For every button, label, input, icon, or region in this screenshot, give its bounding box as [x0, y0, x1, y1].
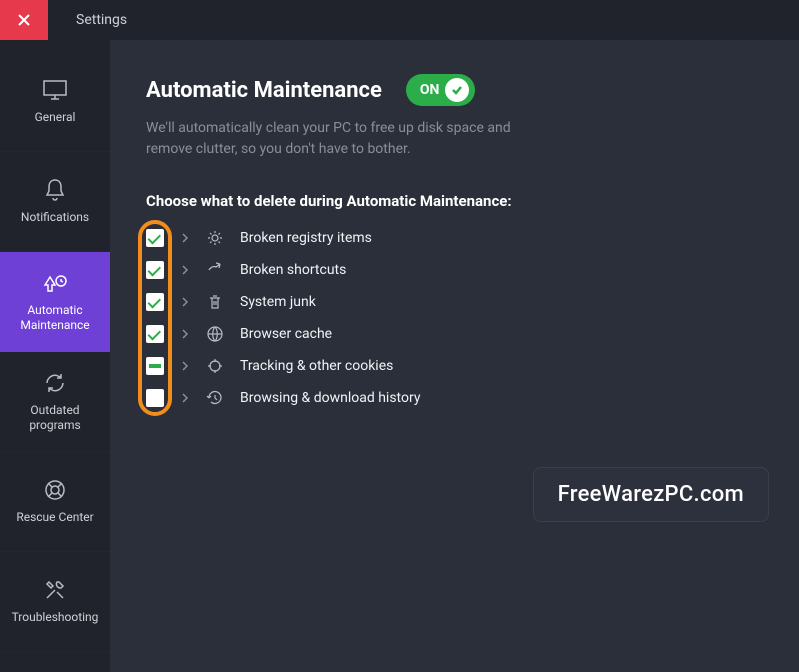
- sidebar-item-rescue-center[interactable]: Rescue Center: [0, 452, 110, 552]
- watermark-label: FreeWarezPC.com: [533, 467, 769, 522]
- option-broken-shortcuts: Broken shortcuts: [146, 260, 763, 280]
- highlight-ring: [138, 220, 172, 416]
- sidebar-item-label: Notifications: [21, 210, 89, 224]
- titlebar: Settings: [0, 0, 799, 40]
- sidebar-item-troubleshooting[interactable]: Troubleshooting: [0, 552, 110, 652]
- options-list: Broken registry items Broken shortcuts: [146, 228, 763, 408]
- checkbox-system-junk[interactable]: [146, 293, 164, 311]
- toggle-label: ON: [420, 82, 440, 98]
- checkbox-broken-shortcuts[interactable]: [146, 261, 164, 279]
- expand-chevron[interactable]: [180, 233, 190, 243]
- maintenance-icon: [41, 271, 69, 295]
- expand-chevron[interactable]: [180, 393, 190, 403]
- expand-chevron[interactable]: [180, 297, 190, 307]
- sidebar-item-automatic-maintenance[interactable]: Automatic Maintenance: [0, 252, 110, 352]
- close-button[interactable]: [0, 0, 48, 40]
- close-icon: [17, 13, 31, 27]
- toggle-automatic-maintenance[interactable]: ON: [406, 74, 476, 106]
- option-browsing-history: Browsing & download history: [146, 388, 763, 408]
- history-icon: [206, 389, 224, 407]
- globe-icon: [206, 325, 224, 343]
- check-icon: [450, 83, 464, 97]
- shortcut-icon: [206, 261, 224, 279]
- checkbox-browsing-history[interactable]: [146, 389, 164, 407]
- section-label: Choose what to delete during Automatic M…: [146, 192, 763, 210]
- chevron-right-icon: [181, 297, 189, 307]
- checkbox-broken-registry[interactable]: [146, 229, 164, 247]
- sidebar-item-notifications[interactable]: Notifications: [0, 152, 110, 252]
- target-icon: [206, 357, 224, 375]
- monitor-icon: [41, 78, 69, 102]
- toggle-knob: [445, 78, 469, 102]
- sidebar-item-label: Outdated programs: [6, 403, 104, 432]
- trash-icon: [206, 293, 224, 311]
- expand-chevron[interactable]: [180, 265, 190, 275]
- chevron-right-icon: [181, 329, 189, 339]
- sidebar-item-label: Rescue Center: [16, 510, 93, 524]
- chevron-right-icon: [181, 393, 189, 403]
- option-label: Browser cache: [240, 326, 332, 342]
- option-label: Broken registry items: [240, 230, 372, 246]
- checkbox-tracking-cookies[interactable]: [146, 357, 164, 375]
- sidebar-item-outdated-programs[interactable]: Outdated programs: [0, 352, 110, 452]
- option-broken-registry: Broken registry items: [146, 228, 763, 248]
- chevron-right-icon: [181, 233, 189, 243]
- checkbox-browser-cache[interactable]: [146, 325, 164, 343]
- window-title: Settings: [48, 12, 127, 28]
- sidebar-item-label: Automatic Maintenance: [6, 303, 104, 332]
- sidebar-item-general[interactable]: General: [0, 52, 110, 152]
- content-area: Automatic Maintenance ON We'll automatic…: [110, 40, 799, 672]
- refresh-icon: [41, 371, 69, 395]
- registry-icon: [206, 229, 224, 247]
- tools-icon: [41, 578, 69, 602]
- sidebar: General Notifications Automatic Maintena…: [0, 40, 110, 672]
- chevron-right-icon: [181, 361, 189, 371]
- option-label: Browsing & download history: [240, 390, 420, 406]
- sidebar-item-label: Troubleshooting: [12, 610, 99, 624]
- option-label: Broken shortcuts: [240, 262, 346, 278]
- option-label: System junk: [240, 294, 316, 310]
- option-tracking-cookies: Tracking & other cookies: [146, 356, 763, 376]
- expand-chevron[interactable]: [180, 361, 190, 371]
- option-system-junk: System junk: [146, 292, 763, 312]
- page-subtext: We'll automatically clean your PC to fre…: [146, 118, 526, 160]
- chevron-right-icon: [181, 265, 189, 275]
- option-browser-cache: Browser cache: [146, 324, 763, 344]
- option-label: Tracking & other cookies: [240, 358, 393, 374]
- bell-icon: [41, 178, 69, 202]
- expand-chevron[interactable]: [180, 329, 190, 339]
- lifebuoy-icon: [41, 478, 69, 502]
- page-title: Automatic Maintenance: [146, 78, 382, 103]
- sidebar-item-label: General: [35, 110, 76, 124]
